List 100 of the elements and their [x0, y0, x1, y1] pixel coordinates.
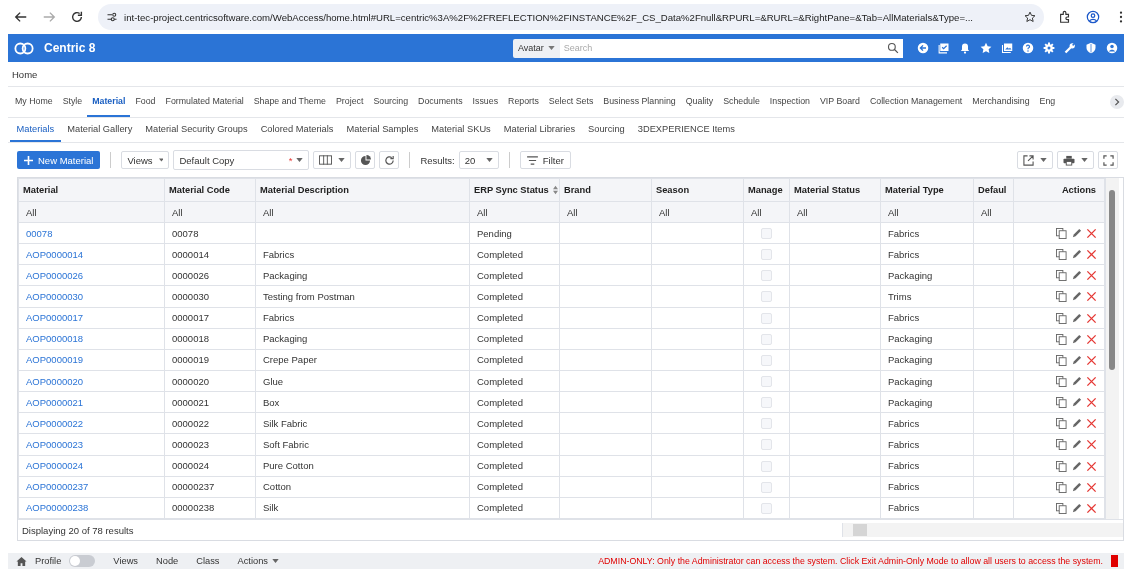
column-header[interactable]: Actions — [1013, 178, 1105, 202]
edit-icon[interactable] — [1071, 354, 1082, 366]
copy-icon[interactable] — [1056, 228, 1067, 240]
checkbox[interactable] — [761, 481, 772, 493]
edit-icon[interactable] — [1071, 397, 1082, 409]
views-dropdown[interactable]: Views — [121, 151, 170, 169]
wrench-icon[interactable] — [1064, 42, 1076, 54]
help-icon[interactable] — [1022, 42, 1034, 54]
module-tab[interactable]: Food — [130, 87, 161, 117]
search-scope-dropdown[interactable]: Avatar — [513, 38, 560, 58]
sub-tab[interactable]: Sourcing — [581, 118, 632, 142]
checkbox[interactable] — [761, 354, 772, 366]
checkbox[interactable] — [761, 291, 772, 303]
copy-icon[interactable] — [1056, 333, 1067, 345]
print-button[interactable] — [1057, 151, 1094, 169]
module-tab[interactable]: Inspection — [764, 87, 815, 117]
column-header[interactable]: ERP Sync Status — [469, 178, 560, 202]
column-header[interactable]: Season — [651, 178, 744, 202]
material-link[interactable]: 00078 — [26, 227, 53, 239]
star-icon[interactable] — [1024, 11, 1036, 23]
delete-icon[interactable] — [1086, 481, 1097, 493]
sub-tab[interactable]: Material Libraries — [497, 118, 582, 142]
checkbox[interactable] — [761, 333, 772, 345]
results-dropdown[interactable]: 20 — [458, 151, 499, 169]
new-material-button[interactable]: New Material — [17, 151, 101, 169]
module-tab[interactable]: Material — [87, 87, 131, 117]
copy-icon[interactable] — [1056, 376, 1067, 388]
edit-icon[interactable] — [1071, 439, 1082, 451]
checkbox[interactable] — [761, 228, 772, 240]
module-tab[interactable]: Merchandising — [967, 87, 1035, 117]
copy-icon[interactable] — [1056, 312, 1067, 324]
column-header[interactable]: Material Status — [789, 178, 881, 202]
column-header[interactable]: Material Description — [255, 178, 470, 202]
module-tab[interactable]: Shape and Theme — [248, 87, 331, 117]
delete-icon[interactable] — [1086, 249, 1097, 261]
chart-button[interactable] — [355, 151, 376, 169]
search-button[interactable] — [883, 38, 903, 58]
copy-icon[interactable] — [1056, 460, 1067, 472]
checklist-icon[interactable] — [938, 42, 950, 54]
sub-tab[interactable]: Material Security Groups — [138, 118, 255, 142]
delete-icon[interactable] — [1086, 228, 1097, 240]
module-tab[interactable]: Business Planning — [598, 87, 681, 117]
vertical-scrollbar[interactable] — [1105, 178, 1119, 519]
checkbox[interactable] — [761, 439, 772, 451]
module-tab[interactable]: Schedule — [718, 87, 765, 117]
module-tab[interactable]: Documents — [413, 87, 468, 117]
delete-icon[interactable] — [1086, 354, 1097, 366]
module-tab[interactable]: Quality — [680, 87, 719, 117]
column-header[interactable]: Material Code — [164, 178, 256, 202]
module-tab[interactable]: Collection Management — [864, 87, 968, 117]
sub-tab[interactable]: 3DEXPERIENCE Items — [631, 118, 742, 142]
edit-icon[interactable] — [1071, 333, 1082, 345]
sub-tab[interactable]: Material SKUs — [424, 118, 498, 142]
edit-icon[interactable] — [1071, 481, 1082, 493]
edit-icon[interactable] — [1071, 270, 1082, 282]
edit-icon[interactable] — [1071, 418, 1082, 430]
copy-icon[interactable] — [1056, 481, 1067, 493]
bell-icon[interactable] — [959, 42, 971, 54]
view-dropdown[interactable]: Default Copy * — [173, 150, 310, 170]
column-header[interactable]: Material Type — [880, 178, 974, 202]
profile-icon[interactable] — [1086, 10, 1100, 24]
address-bar[interactable]: int-tec-project.centricsoftware.com/WebAccess/home.html#URL=centric%3A%2F%2FREFLECTION%2FINSTANCE%2F_CS_Data%2Fnull&RPURL=&RURL=&RightPane=&Tab=AllMaterials&Type=... — [98, 4, 1044, 30]
home-icon[interactable] — [16, 555, 27, 567]
module-tab[interactable]: Select Sets — [543, 87, 599, 117]
copy-icon[interactable] — [1056, 270, 1067, 282]
settings-icon[interactable] — [1043, 42, 1055, 54]
edit-icon[interactable] — [1071, 228, 1082, 240]
module-tab[interactable]: Formulated Material — [160, 87, 249, 117]
sub-tab[interactable]: Materials — [10, 118, 61, 142]
checkbox[interactable] — [761, 418, 772, 430]
module-tab[interactable]: VIP Board — [814, 87, 865, 117]
fullscreen-button[interactable] — [1098, 151, 1118, 169]
edit-icon[interactable] — [1071, 460, 1082, 472]
delete-icon[interactable] — [1086, 502, 1097, 514]
site-settings-icon[interactable] — [106, 11, 118, 23]
module-tab[interactable]: Reports — [503, 87, 544, 117]
search-field[interactable]: Search — [559, 38, 883, 58]
gallery-icon[interactable] — [1001, 42, 1013, 54]
delete-icon[interactable] — [1086, 291, 1097, 303]
edit-icon[interactable] — [1071, 376, 1082, 388]
column-header[interactable]: Defaul — [973, 178, 1014, 202]
copy-icon[interactable] — [1056, 291, 1067, 303]
filter-cell[interactable]: All — [255, 201, 470, 223]
scroll-right-button[interactable] — [1110, 95, 1124, 109]
copy-icon[interactable] — [1056, 439, 1067, 451]
column-header[interactable]: Material — [18, 178, 165, 202]
module-tab[interactable]: Sourcing — [368, 87, 414, 117]
copy-icon[interactable] — [1056, 397, 1067, 409]
user-icon[interactable] — [1106, 42, 1118, 54]
delete-icon[interactable] — [1086, 460, 1097, 472]
copy-icon[interactable] — [1056, 418, 1067, 430]
edit-icon[interactable] — [1071, 502, 1082, 514]
back-icon[interactable] — [14, 10, 28, 24]
module-tab[interactable]: Style — [57, 87, 88, 117]
copy-icon[interactable] — [1056, 354, 1067, 366]
refresh-button[interactable] — [379, 151, 400, 169]
status-bar-item[interactable]: Views — [113, 556, 138, 566]
status-bar-item[interactable]: Node — [156, 556, 179, 566]
delete-icon[interactable] — [1086, 397, 1097, 409]
shield-icon[interactable] — [1085, 42, 1097, 54]
